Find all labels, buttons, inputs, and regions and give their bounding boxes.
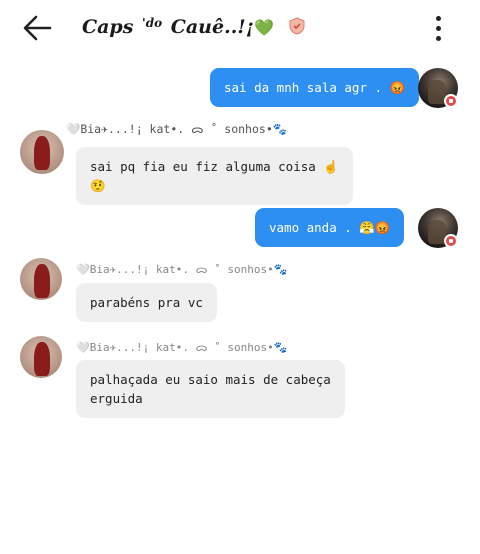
title-name: Cauê..!¡ xyxy=(170,16,254,38)
message-incoming[interactable]: palhaçada eu saio mais de cabeça erguida xyxy=(76,360,345,418)
sender-name: 🤍Bia✈...!¡ kat•. ᯅ ˚ sonhos•🐾 xyxy=(66,122,288,136)
title-main: Caps xyxy=(82,16,134,38)
message-text: vamo anda . 😤😡 xyxy=(269,220,391,235)
sender-avatar[interactable] xyxy=(20,336,62,378)
sender-name: 🤍Bia✈...!¡ kat•. ᯅ ˚ sonhos•🐾 xyxy=(76,341,288,354)
sender-avatar[interactable] xyxy=(20,130,64,174)
title-sup: 'do xyxy=(142,16,163,30)
avatar-badge-icon xyxy=(444,234,458,248)
chat-header: Caps 'do Cauê..!¡💚 xyxy=(0,0,480,57)
shield-icon xyxy=(289,17,305,35)
message-incoming[interactable]: sai pq fia eu fiz alguma coisa ☝️ 🤨 xyxy=(76,147,353,205)
more-vertical-icon[interactable] xyxy=(430,14,448,44)
message-text-line2: 🤨 xyxy=(90,178,106,193)
message-outgoing[interactable]: sai da mnh sala agr . 😡 xyxy=(210,68,420,107)
message-text-line2: erguida xyxy=(90,391,143,406)
message-text: palhaçada eu saio mais de cabeça xyxy=(90,372,331,387)
chat-title[interactable]: Caps 'do Cauê..!¡💚 xyxy=(82,16,305,38)
message-incoming[interactable]: parabéns pra vc xyxy=(76,283,217,322)
sender-name: 🤍Bia✈...!¡ kat•. ᯅ ˚ sonhos•🐾 xyxy=(76,263,288,276)
green-heart-icon: 💚 xyxy=(254,18,274,37)
message-outgoing[interactable]: vamo anda . 😤😡 xyxy=(255,208,405,247)
message-text: sai da mnh sala agr . 😡 xyxy=(224,80,406,95)
sender-avatar[interactable] xyxy=(20,258,62,300)
message-text: sai pq fia eu fiz alguma coisa ☝️ xyxy=(90,159,339,174)
back-arrow-icon[interactable] xyxy=(20,12,56,44)
message-text: parabéns pra vc xyxy=(90,295,203,310)
avatar-badge-icon xyxy=(444,94,458,108)
